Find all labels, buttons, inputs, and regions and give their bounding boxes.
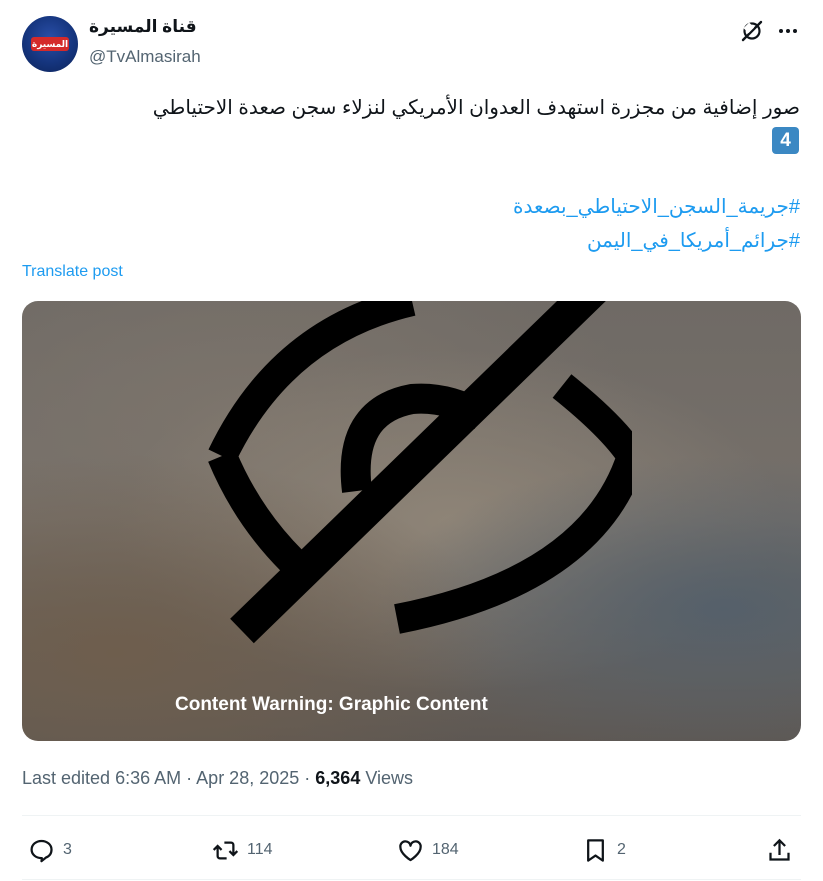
reply-count: 3	[63, 841, 72, 858]
translate-post-link[interactable]: Translate post	[22, 263, 123, 281]
bookmark-button[interactable]: 2	[582, 835, 626, 865]
handle[interactable]: @TvAlmasirah	[89, 47, 201, 67]
repost-button[interactable]: 114	[212, 835, 273, 865]
display-name[interactable]: قناة المسيرة	[89, 17, 197, 37]
separator-dot: ·	[186, 768, 193, 788]
content-warning-label: Content Warning: Graphic Content	[175, 694, 488, 715]
share-button[interactable]	[766, 835, 801, 865]
repost-count: 114	[247, 841, 273, 858]
hashtag-link[interactable]: #جرائم_أمريكا_في_اليمن	[587, 228, 800, 253]
grok-icon[interactable]	[740, 19, 764, 43]
keycap-emoji: 4	[772, 127, 799, 154]
avatar-logo: المسيرة	[31, 37, 69, 51]
divider	[22, 815, 801, 816]
post-text: صور إضافية من مجزرة استهدف العدوان الأمر…	[152, 97, 800, 119]
media-content-warning[interactable]	[22, 301, 801, 741]
avatar[interactable]: المسيرة	[22, 16, 78, 72]
heart-icon	[399, 839, 422, 861]
bookmark-icon	[587, 838, 604, 862]
divider	[22, 879, 801, 880]
like-button[interactable]: 184	[397, 835, 459, 865]
post-date[interactable]: Apr 28, 2025	[196, 768, 299, 788]
edited-label[interactable]: Last edited	[22, 768, 110, 788]
share-icon	[769, 838, 790, 861]
eye-slash-icon	[208, 301, 632, 644]
hashtag-link[interactable]: #جريمة_السجن_الاحتياطي_بصعدة	[513, 194, 800, 219]
like-count: 184	[432, 841, 459, 858]
post-time[interactable]: 6:36 AM	[115, 768, 181, 788]
repost-icon	[212, 841, 239, 859]
post-meta: Last edited 6:36 AM · Apr 28, 2025 · 6,3…	[22, 768, 413, 789]
reply-button[interactable]: 3	[28, 835, 72, 865]
more-icon[interactable]	[776, 19, 800, 43]
views-label: Views	[365, 768, 414, 788]
views-count: 6,364	[315, 768, 361, 788]
separator-dot: ·	[304, 768, 311, 788]
reply-icon	[30, 839, 53, 862]
bookmark-count: 2	[617, 841, 626, 858]
